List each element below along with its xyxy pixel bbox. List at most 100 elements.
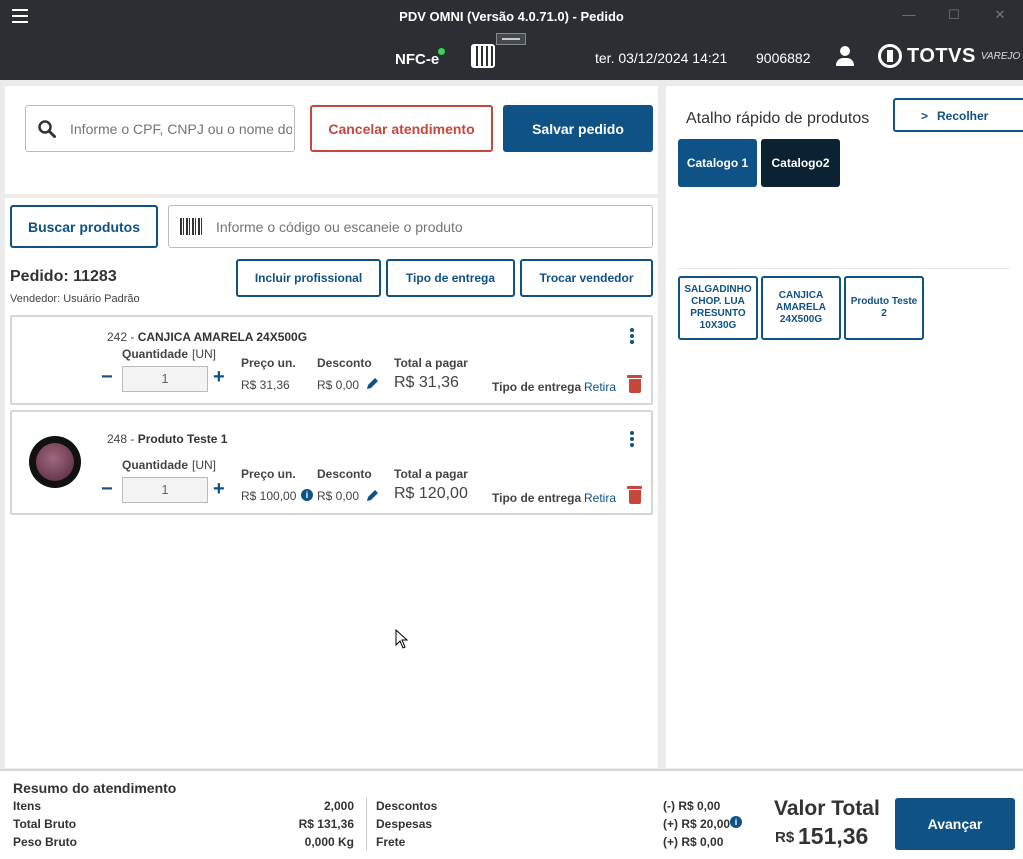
totvs-logo: TOTVS VAREJO: [878, 44, 1020, 68]
nfce-label: NFC-e: [395, 51, 440, 68]
total-value: 151,36: [798, 823, 869, 849]
summary-title: Resumo do atendimento: [13, 780, 177, 796]
decrease-quantity-button[interactable]: −: [101, 366, 113, 389]
title-bar: PDV OMNI (Versão 4.0.71.0) - Pedido — ☐ …: [0, 0, 1023, 33]
maximize-icon[interactable]: ☐: [947, 8, 961, 22]
item-title: 248 - Produto Teste 1: [107, 432, 227, 446]
items-value: 2,000: [323, 799, 354, 813]
order-item: 248 - Produto Teste 1 Quantidade [UN] − 1…: [10, 410, 653, 515]
discounts-label: Descontos: [376, 799, 438, 813]
product-shortcut[interactable]: Produto Teste 2: [844, 276, 924, 340]
total-label: Total a pagar: [394, 467, 468, 481]
seller-label: Vendedor: Usuário Padrão: [10, 293, 140, 305]
delivery-type-link[interactable]: Retira: [584, 491, 616, 505]
dev-tab-handle[interactable]: [496, 33, 526, 45]
trash-icon[interactable]: [627, 375, 642, 393]
discount-value: R$ 0,00: [317, 378, 360, 392]
expenses-label: Despesas: [376, 817, 433, 831]
change-seller-button[interactable]: Trocar vendedor: [520, 259, 653, 297]
search-products-button[interactable]: Buscar produtos: [10, 205, 158, 248]
minimize-icon[interactable]: —: [902, 8, 916, 22]
datetime: ter. 03/12/2024 14:21: [595, 50, 728, 66]
collapse-label: Recolher: [937, 109, 989, 123]
total-value: R$ 31,36: [394, 374, 459, 391]
quantity-label: Quantidade [UN]: [122, 458, 217, 472]
window-title: PDV OMNI (Versão 4.0.71.0) - Pedido: [399, 9, 624, 24]
unit-label: [UN]: [192, 458, 217, 472]
mouse-cursor-icon: [395, 629, 409, 649]
barcode-field[interactable]: [168, 205, 653, 248]
delivery-type-label: Tipo de entrega: [492, 380, 582, 394]
shortcuts-title: Atalho rápido de produtos: [686, 110, 870, 127]
total-value: R$ 120,00: [394, 485, 468, 502]
more-options-icon[interactable]: [630, 328, 636, 346]
totvs-logo-icon: [878, 44, 902, 68]
total-currency: R$: [775, 829, 795, 846]
chevron-right-icon: >: [921, 109, 929, 123]
gross-weight-label: Peso Bruto: [13, 835, 78, 849]
advance-button[interactable]: Avançar: [895, 798, 1015, 850]
barcode-input[interactable]: [216, 216, 636, 238]
shortcuts-panel: Atalho rápido de produtos > Recolher Cat…: [666, 86, 1023, 768]
save-order-button[interactable]: Salvar pedido: [503, 105, 653, 152]
add-professional-button[interactable]: Incluir profissional: [236, 259, 381, 297]
qr-code-icon[interactable]: [471, 44, 495, 68]
product-shortcut[interactable]: SALGADINHO CHOP. LUA PRESUNTO 10X30G: [678, 276, 758, 340]
product-thumbnail: [29, 436, 81, 488]
quantity-input[interactable]: 1: [122, 477, 208, 503]
discount-label: Desconto: [317, 467, 372, 481]
summary-footer: Resumo do atendimento Itens 2,000 Total …: [0, 769, 1023, 859]
gross-weight-value: 0,000 Kg: [304, 835, 354, 849]
price-label: Preço un.: [241, 467, 296, 481]
increase-quantity-button[interactable]: +: [213, 478, 225, 501]
search-icon: [38, 120, 56, 138]
unit-price: R$ 100,00: [241, 489, 297, 503]
discounts-value: (-) R$ 0,00: [663, 799, 721, 813]
collapse-button[interactable]: > Recolher: [893, 98, 1023, 132]
items-label: Itens: [13, 799, 42, 813]
item-name: CANJICA AMARELA 24X500G: [137, 330, 308, 344]
info-icon[interactable]: i: [301, 489, 313, 501]
nfce-status-dot: [438, 48, 445, 55]
info-icon[interactable]: i: [730, 816, 742, 828]
catalog-tab[interactable]: Catalogo2: [761, 139, 840, 187]
app-header: NFC-e ter. 03/12/2024 14:21 9006882 TOTV…: [0, 33, 1023, 80]
user-icon[interactable]: [836, 46, 854, 66]
customer-search-input[interactable]: [70, 118, 292, 140]
expenses-value: (+) R$ 20,00: [663, 817, 731, 831]
brand-sub: VAREJO: [980, 50, 1021, 62]
catalog-tab[interactable]: Catalogo 1: [678, 139, 757, 187]
increase-quantity-button[interactable]: +: [213, 366, 225, 389]
delivery-type-link[interactable]: Retira: [584, 380, 616, 394]
product-shortcut[interactable]: CANJICA AMARELA 24X500G: [761, 276, 841, 340]
close-icon[interactable]: ✕: [993, 8, 1007, 22]
delivery-type-label: Tipo de entrega: [492, 491, 582, 505]
edit-discount-icon[interactable]: [366, 376, 380, 390]
more-options-icon[interactable]: [630, 431, 636, 449]
quantity-input[interactable]: 1: [122, 366, 208, 392]
delivery-type-button[interactable]: Tipo de entrega: [386, 259, 515, 297]
unit-price: R$ 31,36: [241, 378, 290, 392]
divider: [366, 798, 367, 850]
order-panel: Buscar produtos Pedido: 11283 Vendedor: …: [5, 198, 658, 768]
gross-total-value: R$ 131,36: [298, 817, 354, 831]
customer-panel: Cancelar atendimento Salvar pedido: [5, 86, 658, 194]
customer-search-field[interactable]: [25, 105, 295, 152]
divider: [678, 268, 1009, 269]
brand-name: TOTVS: [907, 44, 976, 67]
terminal-code: 9006882: [756, 50, 811, 66]
cancel-button[interactable]: Cancelar atendimento: [310, 105, 493, 152]
discount-value: R$ 0,00: [317, 489, 360, 503]
barcode-icon: [180, 218, 202, 235]
gross-total-label: Total Bruto: [13, 817, 77, 831]
quantity-label: Quantidade [UN]: [122, 347, 217, 361]
trash-icon[interactable]: [627, 486, 642, 504]
item-code: 242 -: [107, 330, 138, 344]
edit-discount-icon[interactable]: [366, 488, 380, 502]
price-label: Preço un.: [241, 356, 296, 370]
unit-label: [UN]: [192, 347, 217, 361]
item-title: 242 - CANJICA AMARELA 24X500G: [107, 330, 307, 344]
decrease-quantity-button[interactable]: −: [101, 478, 113, 501]
item-name: Produto Teste 1: [137, 432, 228, 446]
discount-label: Desconto: [317, 356, 372, 370]
